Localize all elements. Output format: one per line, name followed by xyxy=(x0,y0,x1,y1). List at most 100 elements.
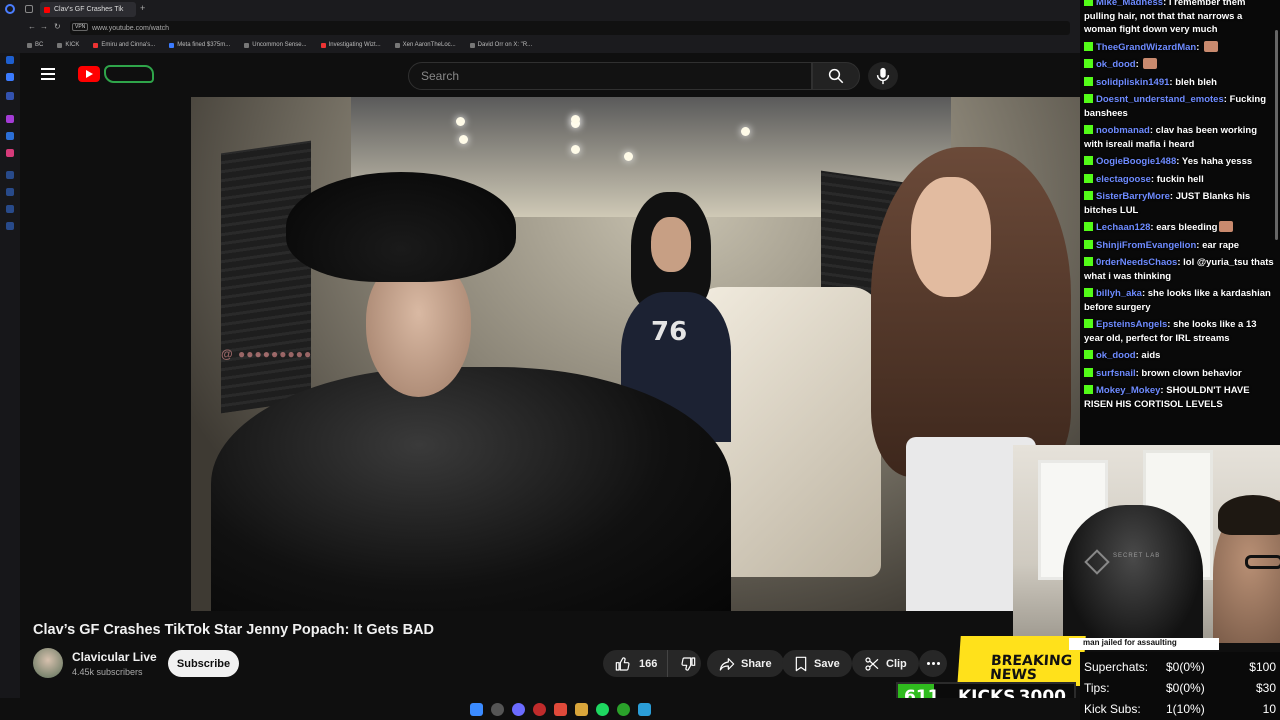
chat-username[interactable]: ok_dood xyxy=(1096,59,1136,70)
search-button[interactable] xyxy=(812,62,860,90)
kick-badge-icon xyxy=(1084,94,1093,103)
chat-username[interactable]: Mike_Madness xyxy=(1096,0,1163,8)
chat-scrollbar[interactable] xyxy=(1275,30,1278,240)
url-field[interactable]: www.youtube.com/watch xyxy=(70,21,1070,35)
taskbar-search-icon[interactable] xyxy=(490,702,504,716)
sidebar-instagram-icon[interactable] xyxy=(6,149,14,157)
chrome-taskbar-icon[interactable] xyxy=(553,702,567,716)
back-arrow-icon[interactable]: ← xyxy=(28,22,36,31)
opera-logo-icon[interactable] xyxy=(5,4,15,14)
chat-username[interactable]: noobmanad xyxy=(1096,125,1150,136)
video-light xyxy=(459,135,468,144)
browser-tab-active[interactable]: Clav's GF Crashes Tik xyxy=(40,2,136,17)
chat-message: ShinjiFromEvangelion: ear rape xyxy=(1080,237,1280,255)
bookmark-item[interactable]: Uncommon Sense... xyxy=(244,42,307,48)
bookmark-item[interactable]: KICK xyxy=(57,42,79,48)
share-icon xyxy=(719,657,735,671)
breaking-news-badge: BREAKING NEWS xyxy=(957,636,1086,686)
chat-username[interactable]: Doesnt_understand_emotes xyxy=(1096,94,1224,105)
channel-name[interactable]: Clavicular Live xyxy=(72,650,157,664)
menu-icon[interactable] xyxy=(41,68,55,80)
windows-start-icon[interactable] xyxy=(469,702,483,716)
x-icon xyxy=(394,42,400,48)
sidebar-downloads-icon[interactable] xyxy=(6,188,14,196)
sidebar-settings-icon[interactable] xyxy=(6,222,14,230)
voice-search-button[interactable] xyxy=(868,62,898,90)
file-explorer-icon[interactable] xyxy=(574,702,588,716)
youtube-header xyxy=(20,53,1080,97)
like-button[interactable]: 166 xyxy=(603,650,669,677)
avatar[interactable] xyxy=(33,648,63,678)
sidebar-telegram-icon[interactable] xyxy=(6,73,14,81)
bookmark-item[interactable]: BC xyxy=(27,42,43,48)
chat-username[interactable]: TheeGrandWizardMan xyxy=(1096,42,1196,53)
bookmark-label: Emiru and Cinna's... xyxy=(101,42,156,48)
chat-username[interactable]: ShinjiFromEvangelion xyxy=(1096,240,1196,251)
chat-username[interactable]: EpsteinsAngels xyxy=(1096,319,1167,330)
sidebar-extensions-icon[interactable] xyxy=(6,205,14,213)
bookmark-item[interactable]: David Orr on X: "R... xyxy=(469,42,533,48)
search-input[interactable] xyxy=(421,69,811,83)
bookmark-item[interactable]: Meta fined $375m... xyxy=(169,42,230,48)
chat-message: Mokey_Mokey: SHOULDN'T HAVE RISEN HIS CO… xyxy=(1080,382,1280,413)
chat-username[interactable]: Lechaan128 xyxy=(1096,222,1150,233)
save-button[interactable]: Save xyxy=(782,650,852,677)
video-person-left-body xyxy=(211,367,731,611)
search-box[interactable] xyxy=(408,62,812,90)
video-player[interactable]: 76 @ ●●●●●●●●● xyxy=(191,97,1080,611)
vpn-badge[interactable]: VPN xyxy=(72,23,89,31)
custom-logo-art[interactable] xyxy=(104,65,154,83)
video-hat xyxy=(286,172,516,282)
bookmark-label: Xen AaronTheLoc... xyxy=(402,42,456,48)
video-window-left xyxy=(221,140,311,414)
chat-username[interactable]: OogieBoogie1488 xyxy=(1096,156,1176,167)
search-icon xyxy=(828,68,844,84)
reload-icon[interactable]: ↻ xyxy=(54,22,61,31)
tab-overview-icon[interactable] xyxy=(25,5,33,13)
chat-username[interactable]: billyh_aka xyxy=(1096,288,1142,299)
more-actions-button[interactable] xyxy=(919,650,947,677)
subscribe-button[interactable]: Subscribe xyxy=(168,650,239,677)
bookmark-item[interactable]: Investigating Wizt... xyxy=(320,42,381,48)
chat-username[interactable]: surfsnail xyxy=(1096,368,1136,379)
telegram-taskbar-icon[interactable] xyxy=(637,702,651,716)
sidebar-messenger2-icon[interactable] xyxy=(6,132,14,140)
save-label: Save xyxy=(814,657,840,670)
sidebar-history-icon[interactable] xyxy=(6,171,14,179)
taskbar-app-icon[interactable] xyxy=(511,702,525,716)
like-count: 166 xyxy=(639,657,658,670)
chat-username[interactable]: electagoose xyxy=(1096,174,1151,185)
gaming-chair xyxy=(1063,505,1203,643)
chat-text: ears bleeding xyxy=(1156,222,1218,233)
forward-arrow-icon[interactable]: → xyxy=(40,22,48,31)
sidebar-bookmark-icon[interactable] xyxy=(6,92,14,100)
chat-username[interactable]: SisterBarryMore xyxy=(1096,191,1170,202)
chair-brand-text: SECRET LAB xyxy=(1113,553,1161,559)
opera-taskbar-icon[interactable] xyxy=(532,702,546,716)
address-bar-row: ← → ↻ www.youtube.com/watch VPN xyxy=(0,19,1080,37)
bookmark-label: KICK xyxy=(65,42,80,48)
chat-text: aids xyxy=(1141,350,1161,361)
bookmark-item[interactable]: Xen AaronTheLoc... xyxy=(394,42,456,48)
stat-goal: $100 xyxy=(1249,660,1276,674)
dislike-button[interactable] xyxy=(674,650,701,677)
bookmark-label: David Orr on X: "R... xyxy=(477,42,533,48)
youtube-logo-icon[interactable] xyxy=(78,66,100,82)
clip-button[interactable]: Clip xyxy=(852,650,919,677)
folder-icon xyxy=(57,42,63,48)
chat-username[interactable]: 0rderNeedsChaos xyxy=(1096,257,1177,268)
new-tab-button[interactable]: + xyxy=(140,3,145,13)
chat-message: TheeGrandWizardMan: xyxy=(1080,39,1280,57)
spotify-icon[interactable] xyxy=(595,702,609,716)
chat-username[interactable]: solidpliskin1491 xyxy=(1096,77,1169,88)
chat-message: surfsnail: brown clown behavior xyxy=(1080,365,1280,383)
chat-username[interactable]: Mokey_Mokey xyxy=(1096,385,1160,396)
chat-username[interactable]: ok_dood xyxy=(1096,350,1136,361)
stream-chat: Mike_Madness: I remember them pulling ha… xyxy=(1080,0,1280,445)
sidebar-twitch-icon[interactable] xyxy=(6,115,14,123)
sidebar-messenger-icon[interactable] xyxy=(6,56,14,64)
bookmark-item[interactable]: Emiru and Cinna's... xyxy=(93,42,155,48)
chat-emote-icon xyxy=(1204,40,1219,52)
xbox-icon[interactable] xyxy=(616,702,630,716)
share-button[interactable]: Share xyxy=(707,650,784,677)
